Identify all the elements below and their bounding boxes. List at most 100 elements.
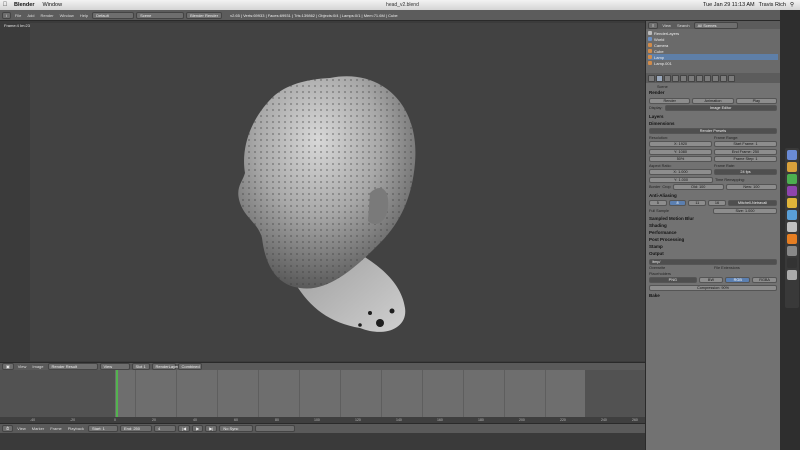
editor-type-button[interactable]: ⏱ (2, 425, 14, 432)
layer-select[interactable]: RenderLayer (151, 363, 179, 370)
app-icon[interactable] (787, 174, 797, 184)
stamp-section-header[interactable]: Stamp (649, 243, 777, 250)
material-tab-icon[interactable] (720, 74, 727, 82)
filter-size-field[interactable]: Size: 1.000 (713, 207, 777, 214)
terminal-icon[interactable] (787, 258, 797, 268)
layers-section-header[interactable]: Layers (649, 113, 777, 120)
menu-view[interactable]: View (15, 426, 28, 431)
play-button[interactable]: Play (735, 97, 777, 104)
placeholders-checkbox[interactable]: Placeholders (649, 272, 671, 276)
menu-file[interactable]: File (13, 13, 23, 18)
start-frame-field[interactable]: Start: 1 (87, 425, 118, 432)
image-select[interactable]: Render Result (47, 363, 98, 370)
editor-type-button[interactable]: ≡ (648, 21, 659, 29)
modifiers-tab-icon[interactable] (704, 74, 711, 82)
filter-select[interactable]: Mitchell-Netravali (727, 200, 778, 206)
res-percent-slider[interactable]: 50% (649, 156, 712, 162)
aa-8-button[interactable]: 8 (668, 200, 687, 206)
jump-start-button[interactable]: |◀ (177, 425, 191, 432)
clock[interactable]: Tue Jan 29 11:13 AM (703, 2, 755, 8)
scene-tab-icon[interactable] (672, 74, 679, 82)
timeline[interactable] (0, 370, 645, 417)
layers-tab-icon[interactable] (664, 74, 671, 82)
texture-tab-icon[interactable] (728, 74, 735, 82)
world-tab-icon[interactable] (680, 74, 687, 82)
dimensions-section-header[interactable]: Dimensions (649, 120, 777, 127)
trash-icon[interactable] (787, 270, 797, 280)
old-field[interactable]: Old: 100 (672, 184, 724, 190)
res-y-field[interactable]: Y: 1080 (649, 148, 712, 155)
bake-section-header[interactable]: Bake (649, 292, 777, 299)
menu-view[interactable]: View (660, 23, 673, 28)
output-path-field[interactable]: /tmp/ (649, 258, 777, 265)
jump-end-button[interactable]: ▶| (205, 425, 218, 432)
menu-search[interactable]: Search (675, 23, 692, 28)
outliner[interactable]: RenderLayers World Camera Cube Lamp Lamp… (646, 29, 780, 73)
res-x-field[interactable]: X: 1920 (649, 141, 712, 147)
keying-set-field[interactable] (255, 425, 296, 432)
render-engine-select[interactable]: Blender Render (186, 11, 223, 19)
menu-window[interactable]: Window (58, 13, 76, 18)
play-button[interactable]: ▶ (192, 425, 204, 432)
full-sample-checkbox[interactable]: Full Sample (649, 209, 711, 213)
render-button[interactable]: Render (649, 97, 691, 104)
app-icon[interactable] (787, 222, 797, 232)
editor-type-button[interactable]: i (2, 11, 11, 19)
layout-select[interactable]: Default (92, 11, 135, 19)
constraints-tab-icon[interactable] (696, 74, 703, 82)
border-checkbox[interactable]: Border (649, 185, 660, 189)
render-section-header[interactable]: Render (649, 89, 777, 96)
menu-frame[interactable]: Frame (48, 426, 64, 431)
app-icon[interactable] (787, 246, 797, 256)
image-editor[interactable]: Frame:4 Im:23:069918 Ve:140211360 | La:2… (0, 21, 645, 362)
motion-blur-section-header[interactable]: Sampled Motion Blur (649, 215, 777, 222)
scene-select[interactable]: Scene (136, 11, 185, 19)
app-icon[interactable] (787, 150, 797, 160)
end-frame-field[interactable]: End: 250 (119, 425, 152, 432)
animation-button[interactable]: Animation (692, 97, 734, 104)
app-icon[interactable] (787, 198, 797, 208)
rgba-button[interactable]: RGBA (752, 277, 777, 283)
user-name[interactable]: Travis Rich (759, 2, 786, 8)
app-icon[interactable] (787, 210, 797, 220)
spotlight-icon[interactable]: ⚲ (790, 2, 794, 8)
aspect-x-field[interactable]: X: 1.000 (649, 169, 712, 175)
aa-11-button[interactable]: 11 (688, 200, 707, 206)
apple-icon[interactable]:  (0, 2, 10, 8)
render-presets-select[interactable]: Render Presets (649, 128, 777, 134)
view-select[interactable]: View (99, 363, 130, 370)
bw-button[interactable]: BW (698, 277, 724, 283)
render-tab-icon[interactable] (656, 74, 663, 82)
end-frame-field[interactable]: End Frame: 250 (714, 148, 777, 155)
editor-type-button[interactable] (648, 74, 655, 82)
new-field[interactable]: New: 100 (725, 184, 778, 190)
outliner-item[interactable]: Lamp.001 (648, 60, 778, 66)
display-select[interactable]: Image Editor (664, 105, 777, 111)
file-extensions-checkbox[interactable]: File Extensions (714, 266, 777, 270)
aa-16-button[interactable]: 16 (708, 200, 726, 206)
start-frame-field[interactable]: Start Frame: 1 (714, 141, 777, 147)
file-format-select[interactable]: PNG (649, 277, 697, 283)
current-frame-field[interactable]: 4 (153, 425, 176, 432)
rgb-button[interactable]: RGB (725, 277, 751, 283)
app-icon[interactable] (787, 186, 797, 196)
scenes-select[interactable]: All Scenes (693, 21, 738, 29)
menu-app-name[interactable]: Blender (10, 2, 38, 8)
post-processing-section-header[interactable]: Post Processing (649, 236, 777, 243)
object-tab-icon[interactable] (688, 74, 695, 82)
app-icon[interactable] (787, 162, 797, 172)
pass-select[interactable]: Combined (177, 363, 202, 370)
aspect-y-field[interactable]: Y: 1.000 (649, 176, 713, 183)
compression-slider[interactable]: Compression: 90% (649, 284, 777, 291)
frame-step-field[interactable]: Frame Step: 1 (714, 156, 777, 162)
menu-image[interactable]: Image (30, 364, 45, 369)
anti-aliasing-section-header[interactable]: Anti-Aliasing (649, 192, 777, 199)
frame-rate-select[interactable]: 24 fps (714, 169, 777, 175)
menu-marker[interactable]: Marker (30, 426, 46, 431)
sync-select[interactable]: No Sync (219, 425, 254, 432)
slot-select[interactable]: Slot 1 (131, 363, 150, 370)
menu-help[interactable]: Help (78, 13, 90, 18)
performance-section-header[interactable]: Performance (649, 229, 777, 236)
aa-5-button[interactable]: 5 (649, 200, 667, 206)
menu-add[interactable]: Add (25, 13, 36, 18)
